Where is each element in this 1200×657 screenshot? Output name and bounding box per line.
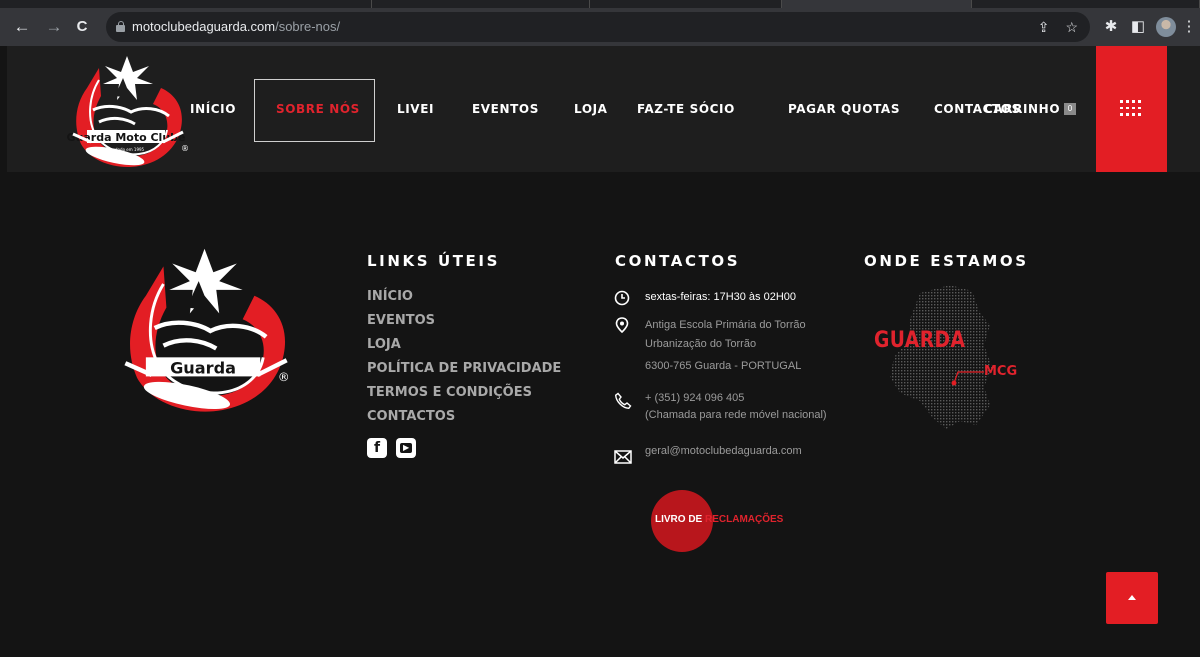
tab-strip — [0, 0, 1200, 8]
livro-label-part2: RECLAMAÇÕES — [705, 514, 784, 525]
footer-link-contactos[interactable]: CONTACTOS — [367, 409, 455, 424]
browser-tab-active[interactable] — [782, 0, 972, 8]
browser-tab[interactable] — [972, 0, 1200, 8]
cart-count-badge: 0 — [1064, 103, 1076, 115]
profile-avatar[interactable] — [1156, 17, 1176, 37]
nav-livei[interactable]: LIVEI — [397, 46, 434, 172]
back-to-top-button[interactable] — [1106, 572, 1158, 624]
footer-link-eventos[interactable]: EVENTOS — [367, 313, 435, 328]
map-city-label: GUARDA — [874, 328, 966, 353]
browser-tab[interactable] — [590, 0, 782, 8]
back-icon[interactable]: ← — [10, 8, 34, 46]
side-panel-icon[interactable]: ◧ — [1127, 8, 1149, 46]
browser-toolbar: ← → C motoclubedaguarda.com/sobre-nos/ ⇪… — [0, 8, 1200, 46]
url-path: /sobre-nos/ — [275, 19, 341, 34]
reload-icon[interactable]: C — [70, 8, 94, 46]
club-logo[interactable]: Guarda Moto Clube Fundado em 1995 ® — [65, 50, 191, 170]
kebab-menu-icon[interactable]: ⋮ — [1178, 8, 1200, 46]
district-map[interactable] — [880, 283, 1020, 433]
share-icon[interactable]: ⇪ — [1038, 19, 1050, 36]
email-link[interactable]: geral@motoclubedaguarda.com — [645, 442, 802, 461]
mail-icon — [614, 450, 632, 464]
url-text[interactable]: motoclubedaguarda.com/sobre-nos/ — [132, 12, 340, 42]
omnibox-actions: ⇪ ☆ — [1038, 12, 1078, 42]
phone-note: (Chamada para rede móvel nacional) — [645, 409, 827, 421]
clock-icon — [614, 290, 630, 306]
youtube-play: ▶ — [403, 443, 410, 452]
nav-pagar-quotas[interactable]: PAGAR QUOTAS — [788, 46, 900, 172]
nav-inicio[interactable]: INÍCIO — [190, 46, 236, 172]
address-line-2: Urbanização do Torrão — [645, 338, 757, 350]
youtube-icon[interactable]: ▶ — [396, 438, 416, 458]
browser-window: ← → C motoclubedaguarda.com/sobre-nos/ ⇪… — [0, 0, 1200, 657]
site-header: Guarda Moto Clube Fundado em 1995 ® INÍC… — [7, 46, 1200, 172]
footer-link-termos[interactable]: TERMOS E CONDIÇÕES — [367, 385, 532, 400]
footer-link-loja[interactable]: LOJA — [367, 337, 401, 352]
forward-icon[interactable]: → — [42, 8, 66, 46]
svg-text:®: ® — [278, 370, 290, 384]
livro-reclamacoes-label[interactable]: LIVRO DE RECLAMAÇÕES — [655, 514, 783, 525]
nav-loja[interactable]: LOJA — [574, 46, 608, 172]
menu-button[interactable] — [1096, 46, 1167, 172]
nav-eventos[interactable]: EVENTOS — [472, 46, 539, 172]
extensions-icon[interactable]: ✱ — [1100, 8, 1122, 46]
svg-text:Guarda: Guarda — [170, 358, 236, 377]
facebook-icon[interactable]: f — [367, 438, 387, 458]
grid-dots-icon — [1120, 100, 1142, 118]
links-title: LINKS ÚTEIS — [367, 252, 500, 270]
opening-hours: sextas-feiras: 17H30 às 02H00 — [645, 291, 797, 303]
nav-faz-te-socio[interactable]: FAZ-TE SÓCIO — [637, 46, 735, 172]
star-icon[interactable]: ☆ — [1065, 19, 1078, 36]
browser-tab[interactable] — [0, 0, 372, 8]
phone-icon — [614, 392, 632, 410]
lock-icon[interactable] — [116, 21, 125, 32]
browser-tab[interactable] — [372, 0, 590, 8]
address-bar[interactable]: motoclubedaguarda.com/sobre-nos/ ⇪ ☆ — [106, 12, 1090, 42]
livro-label-part1: LIVRO DE — [655, 514, 706, 525]
location-pin-icon — [615, 317, 629, 333]
footer-link-privacidade[interactable]: POLÍTICA DE PRIVACIDADE — [367, 361, 561, 376]
facebook-glyph: f — [374, 440, 381, 456]
address-line-3: 6300-765 Guarda - PORTUGAL — [645, 360, 802, 372]
where-title: ONDE ESTAMOS — [864, 252, 1029, 270]
footer-link-inicio[interactable]: INÍCIO — [367, 289, 413, 304]
map-marker-label: MCG — [984, 364, 1018, 379]
footer-logo: Guarda ® — [124, 248, 290, 412]
cart-link[interactable]: CARRINHO — [984, 46, 1060, 172]
svg-text:®: ® — [181, 144, 189, 153]
address-line-1: Antiga Escola Primária do Torrão — [645, 319, 806, 331]
arrow-up-icon — [1128, 595, 1136, 600]
url-host: motoclubedaguarda.com — [132, 19, 276, 34]
nav-sobre-nos[interactable]: SOBRE NÓS — [276, 46, 360, 172]
contacts-title: CONTACTOS — [615, 252, 741, 270]
